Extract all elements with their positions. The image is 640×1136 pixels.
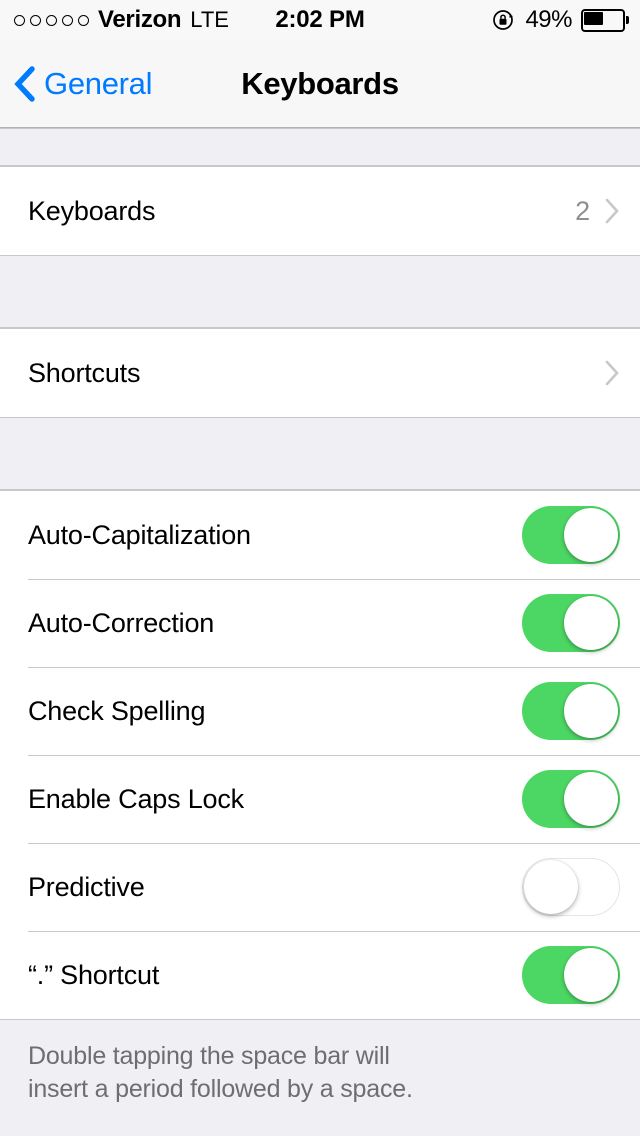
settings-row-auto-capitalization[interactable]: Auto-Capitalization (0, 491, 640, 579)
status-bar-right: 49% (492, 0, 629, 40)
row-accessory: 2 (575, 196, 620, 227)
page-title: Keyboards (241, 66, 399, 101)
row-label: Auto-Capitalization (28, 519, 251, 550)
row-label: “.” Shortcut (28, 959, 160, 990)
row-accessory (522, 770, 620, 828)
row-accessory (522, 946, 620, 1004)
row-accessory (522, 506, 620, 564)
rotation-lock-icon (493, 10, 514, 30)
toggle-knob (564, 948, 618, 1002)
toggle-predictive[interactable] (522, 858, 620, 916)
row-label: Enable Caps Lock (28, 783, 244, 814)
toggle-auto-correction[interactable] (522, 594, 620, 652)
signal-dot (78, 14, 89, 26)
section-footer: Double tapping the space bar will insert … (0, 1020, 640, 1105)
settings-list: Keyboards 2 Shortcuts Auto-Capitalization Au… (0, 128, 640, 1105)
footer-text-line: Double tapping the space bar will (28, 1042, 390, 1070)
battery-fill (584, 11, 603, 25)
row-value: 2 (575, 195, 590, 226)
chevron-right-icon (605, 198, 619, 224)
toggle-enable-caps-lock[interactable] (522, 770, 620, 828)
network-type: LTE (190, 7, 229, 32)
settings-row-auto-correction[interactable]: Auto-Correction (0, 579, 640, 667)
settings-group: Auto-Capitalization Auto-Correction Check … (0, 490, 640, 1020)
settings-row-shortcuts[interactable]: Shortcuts (0, 329, 640, 417)
status-bar: Verizon LTE 2:02 PM 49% (0, 0, 640, 40)
signal-dot (14, 14, 25, 26)
section-gap (0, 418, 640, 490)
signal-dot (30, 14, 41, 26)
toggle-shortcut[interactable] (522, 946, 620, 1004)
settings-row-shortcut[interactable]: “.” Shortcut (0, 931, 640, 1019)
row-label: Shortcuts (28, 357, 141, 388)
row-label: Auto-Correction (28, 607, 215, 638)
carrier-name: Verizon (98, 6, 182, 33)
settings-row-predictive[interactable]: Predictive (0, 843, 640, 931)
row-accessory (522, 682, 620, 740)
battery-icon (581, 8, 629, 32)
signal-dot (46, 14, 57, 26)
row-label: Keyboards (28, 195, 156, 226)
chevron-right-icon (605, 360, 619, 386)
footer-text-line: insert a period followed by a space. (28, 1074, 413, 1103)
row-accessory (522, 594, 620, 652)
settings-row-enable-caps-lock[interactable]: Enable Caps Lock (0, 755, 640, 843)
settings-group: Keyboards 2 (0, 166, 640, 256)
row-accessory (522, 858, 620, 916)
settings-row-check-spelling[interactable]: Check Spelling (0, 667, 640, 755)
battery-percent-label: 49% (525, 6, 572, 33)
status-bar-left: Verizon LTE (0, 6, 229, 34)
toggle-knob (564, 508, 618, 562)
toggle-knob (564, 596, 618, 650)
iphone-screen: Verizon LTE 2:02 PM 49% General Keyboard… (0, 0, 640, 1136)
signal-strength-icon (14, 14, 89, 26)
settings-row-keyboards[interactable]: Keyboards 2 (0, 167, 640, 255)
settings-group: Shortcuts (0, 328, 640, 418)
signal-dot (62, 14, 73, 26)
row-label: Predictive (28, 871, 145, 902)
toggle-knob (564, 684, 618, 738)
toggle-check-spelling[interactable] (522, 682, 620, 740)
section-gap (0, 128, 640, 166)
battery-cap (626, 16, 629, 24)
toggle-knob (524, 860, 578, 914)
navigation-bar: General Keyboards (0, 40, 640, 128)
toggle-auto-capitalization[interactable] (522, 506, 620, 564)
row-label: Check Spelling (28, 695, 206, 726)
row-accessory (604, 359, 620, 387)
section-gap (0, 256, 640, 328)
toggle-knob (564, 772, 618, 826)
